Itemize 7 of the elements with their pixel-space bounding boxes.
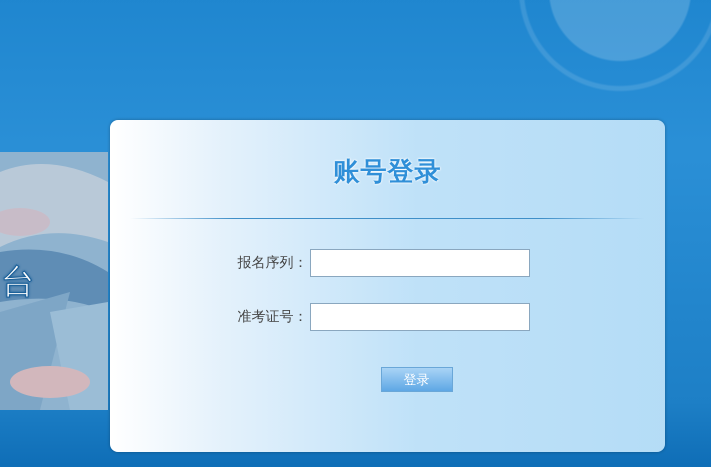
- input-field[interactable]: [310, 249, 530, 277]
- banner-text: 台: [1, 265, 35, 299]
- input-field[interactable]: [310, 303, 530, 331]
- login-title: 账号登录: [334, 156, 442, 189]
- login-button[interactable]: 登录: [380, 367, 452, 392]
- field-label: 报名序列：: [236, 254, 308, 272]
- field-label: 准考证号：: [236, 308, 308, 326]
